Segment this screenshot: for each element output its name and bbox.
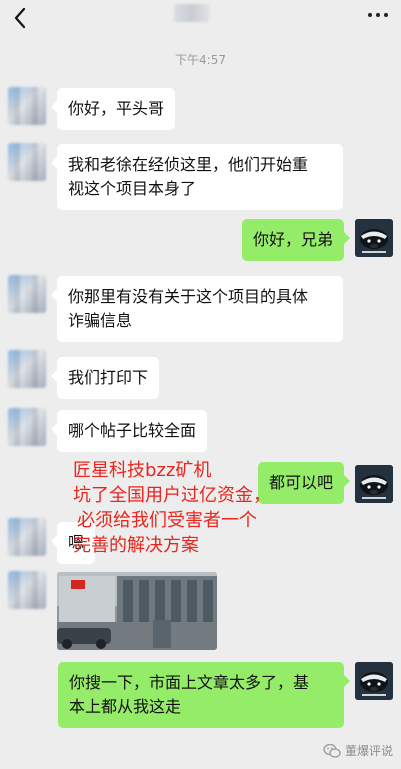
- contact-avatar[interactable]: [8, 87, 46, 125]
- message-bubble-incoming[interactable]: 哪个帖子比较全面: [50, 410, 208, 452]
- overlay-line: 完善的解决方案: [73, 535, 199, 556]
- my-avatar[interactable]: [355, 662, 393, 700]
- message-text: 诈骗信息: [68, 311, 133, 330]
- message-text: 你好，平头哥: [68, 99, 165, 118]
- watermark: 董爆评说: [323, 742, 393, 759]
- message-bubble-outgoing[interactable]: 你好，兄弟: [241, 219, 351, 261]
- contact-avatar[interactable]: [8, 408, 46, 446]
- message-text: 我和老徐在经侦这里，他们开始重: [68, 155, 309, 174]
- watermark-text: 董爆评说: [344, 744, 393, 758]
- message-bubble-incoming[interactable]: 我和老徐在经侦这里，他们开始重 视这个项目本身了: [51, 144, 343, 210]
- message-timestamp: 下午4:57: [175, 53, 226, 67]
- message-text: 你好，兄弟: [252, 230, 333, 249]
- more-dots-icon: [368, 13, 372, 17]
- my-avatar[interactable]: [355, 465, 393, 503]
- back-button[interactable]: [8, 6, 32, 30]
- message-text: 我们打印下: [68, 368, 149, 387]
- message-text: 本上都从我这走: [69, 697, 182, 716]
- more-options-button[interactable]: [365, 6, 391, 24]
- chat-header: [0, 0, 401, 38]
- contact-avatar[interactable]: [8, 518, 46, 556]
- message-text: 哪个帖子比较全面: [68, 421, 197, 440]
- message-bubble-incoming[interactable]: 我们打印下: [50, 357, 160, 399]
- overlay-line: 坑了全国用户过亿资金，: [73, 485, 271, 506]
- overlay-line: 匠星科技bzz矿机: [73, 460, 212, 481]
- chevron-left-icon: [14, 7, 26, 29]
- message-text: 视这个项目本身了: [68, 179, 197, 198]
- contact-avatar[interactable]: [8, 571, 46, 609]
- wechat-official-account-icon: [323, 743, 341, 758]
- contact-avatar[interactable]: [8, 143, 46, 181]
- red-annotation-overlay: 匠星科技bzz矿机 坑了全国用户过亿资金， 必须给我们受害者一个 完善的解决方案: [73, 458, 313, 558]
- honey-badger-avatar-icon: [355, 662, 393, 700]
- honey-badger-avatar-icon: [355, 465, 393, 503]
- honey-badger-avatar-icon: [355, 219, 393, 257]
- message-bubble-outgoing[interactable]: 你搜一下，市面上文章太多了，基 本上都从我这走: [58, 662, 350, 728]
- my-avatar[interactable]: [355, 219, 393, 257]
- chat-title-blurred: [174, 4, 210, 22]
- contact-avatar[interactable]: [8, 275, 46, 313]
- message-text: 你搜一下，市面上文章太多了，基: [69, 673, 310, 692]
- message-bubble-incoming[interactable]: 你那里有没有关于这个项目的具体 诈骗信息: [51, 276, 343, 342]
- image-message-thumbnail[interactable]: [57, 572, 217, 650]
- message-bubble-incoming[interactable]: 你好，平头哥: [50, 88, 176, 130]
- contact-avatar[interactable]: [8, 350, 46, 388]
- overlay-line: 必须给我们受害者一个: [77, 510, 257, 531]
- photo-thumbnail-icon: [57, 572, 217, 650]
- message-text: 你那里有没有关于这个项目的具体: [68, 287, 309, 306]
